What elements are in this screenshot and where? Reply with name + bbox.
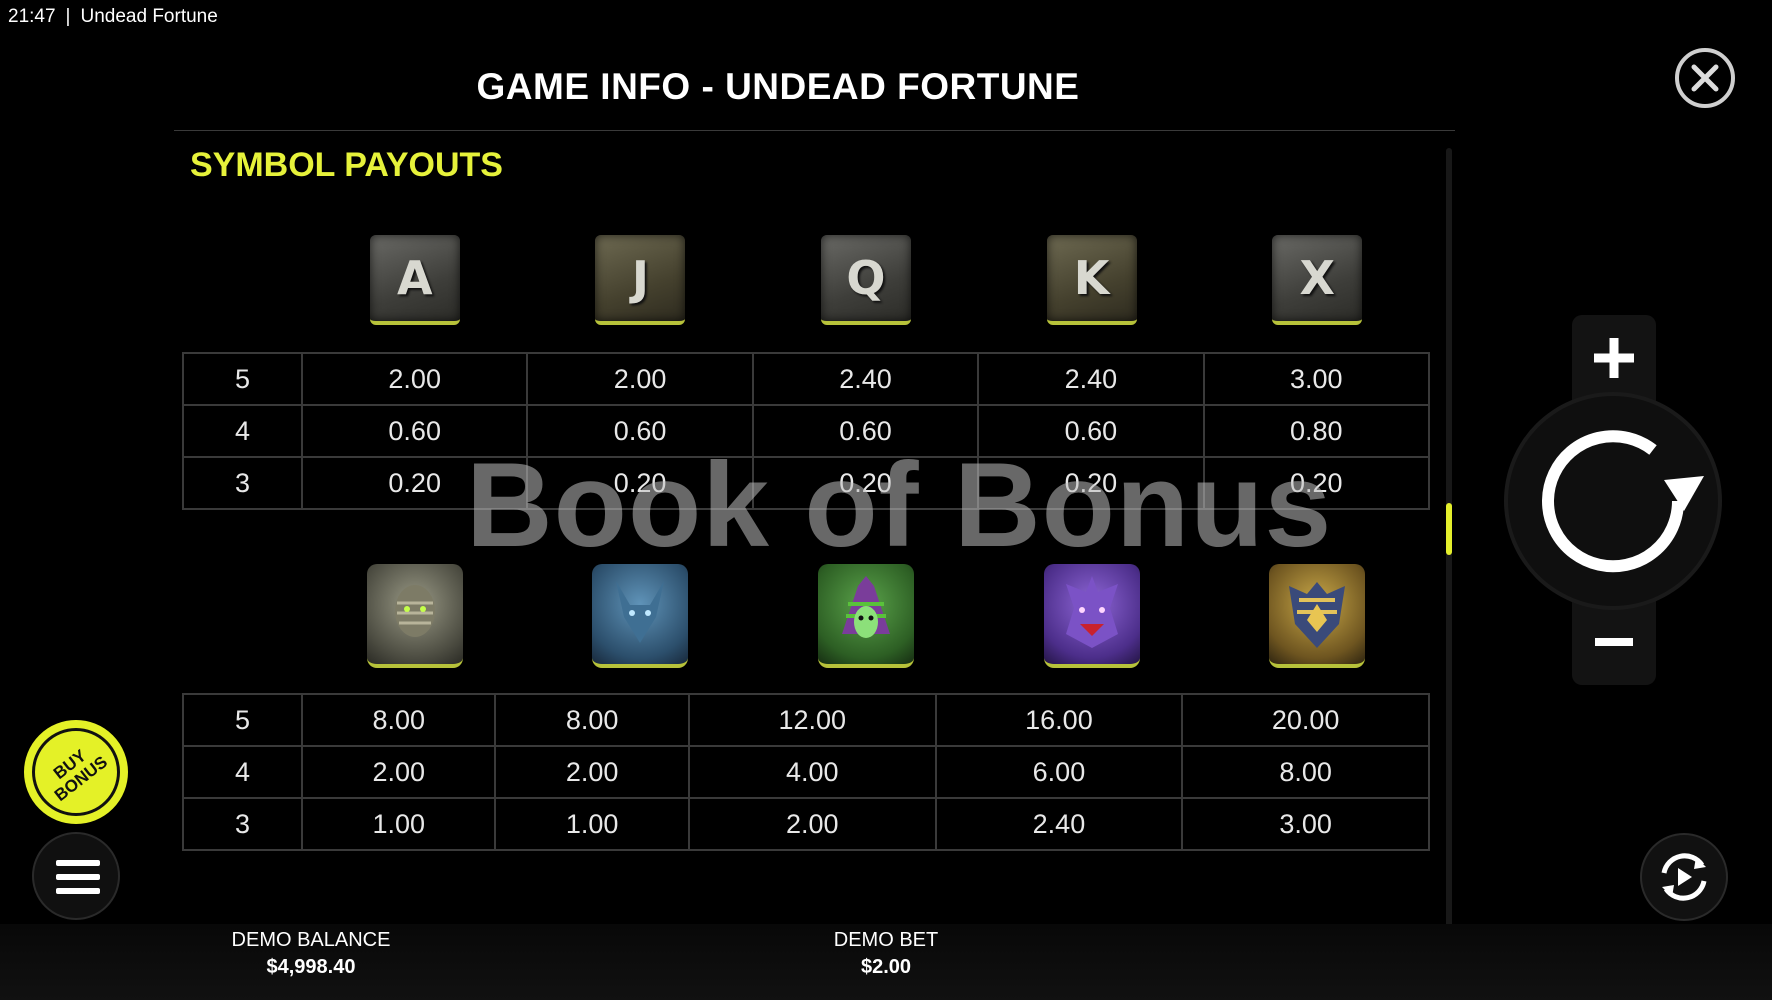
king-symbol-icon: K (1046, 235, 1137, 325)
symbol-glyph: K (1073, 251, 1110, 305)
payout-cell: 3.00 (1202, 352, 1431, 406)
demo-bet-label: DEMO BET (833, 929, 939, 951)
close-icon (1691, 64, 1719, 92)
page-title: GAME INFO - UNDEAD FORTUNE (476, 66, 1080, 107)
symbol-cell (302, 560, 528, 672)
payout-cell: 2.00 (300, 745, 497, 799)
payout-cell: 2.00 (300, 352, 529, 406)
demo-bet: DEMO BET $2.00 (786, 929, 986, 979)
purple-beast-symbol-icon (1043, 564, 1140, 668)
payout-cell: 2.40 (751, 352, 980, 406)
payout-cell: 20.00 (1181, 693, 1430, 747)
payout-cell: 1.00 (300, 797, 497, 851)
symbol-cell (979, 560, 1205, 672)
watermark: Book of Bonus (466, 438, 1333, 572)
table-row: 4 2.00 2.00 4.00 6.00 8.00 (182, 745, 1430, 799)
title-divider (174, 130, 1455, 131)
match-count-cell: 4 (182, 404, 303, 458)
payout-cell: 2.40 (934, 797, 1184, 851)
payout-cell: 4.00 (687, 745, 937, 799)
autoplay-button[interactable] (1640, 833, 1728, 921)
high-symbols-paytable: 5 8.00 8.00 12.00 16.00 20.00 4 2.00 2.0… (182, 693, 1430, 851)
decrease-bet-button[interactable] (1574, 602, 1654, 682)
match-count-cell: 3 (182, 797, 303, 851)
minus-icon (1595, 638, 1633, 646)
menu-icon-bar (56, 860, 100, 866)
payout-cell: 2.40 (977, 352, 1205, 406)
scrollbar-thumb[interactable] (1446, 503, 1452, 555)
payout-cell: 8.00 (1181, 745, 1430, 799)
payout-cell: 16.00 (934, 693, 1184, 747)
symbol-glyph: X (1299, 251, 1335, 305)
menu-button[interactable] (32, 832, 120, 920)
symbol-cell: Q (753, 230, 979, 330)
buy-bonus-label: BUY BONUS (41, 739, 111, 805)
high-symbols-row (302, 560, 1430, 672)
symbol-cell (753, 560, 979, 672)
table-row: 5 8.00 8.00 12.00 16.00 20.00 (182, 693, 1430, 747)
payout-cell: 3.00 (1181, 797, 1430, 851)
ace-symbol-icon: A (369, 235, 460, 325)
payout-cell: 2.00 (526, 352, 754, 406)
demo-balance-value: $4,998.40 (266, 956, 356, 978)
green-pharaoh-symbol-icon (817, 564, 914, 668)
match-count-cell: 5 (182, 352, 303, 406)
symbol-cell: J (528, 230, 754, 330)
menu-icon-bar (56, 874, 100, 880)
blue-jackal-symbol-icon (592, 564, 689, 668)
symbol-glyph: A (396, 251, 433, 305)
golden-falcon-symbol-icon (1269, 564, 1366, 668)
status-separator: | (65, 6, 71, 27)
low-symbols-row: A J Q K X (302, 230, 1430, 330)
symbol-cell (528, 560, 754, 672)
demo-balance: DEMO BALANCE $4,998.40 (211, 929, 411, 979)
demo-bet-value: $2.00 (860, 956, 912, 978)
symbol-cell (1204, 560, 1430, 672)
symbol-glyph: Q (846, 251, 886, 305)
status-bar: 21:47 | Undead Fortune (8, 6, 218, 28)
menu-icon-bar (56, 888, 100, 894)
table-row: 3 1.00 1.00 2.00 2.40 3.00 (182, 797, 1430, 851)
symbol-glyph: J (631, 251, 649, 305)
payout-cell: 2.00 (687, 797, 937, 851)
symbol-cell: X (1204, 230, 1430, 330)
symbol-cell: K (979, 230, 1205, 330)
ten-symbol-icon: X (1272, 235, 1363, 325)
section-title: SYMBOL PAYOUTS (190, 146, 503, 184)
app-name: Undead Fortune (80, 6, 218, 27)
spin-button[interactable] (1508, 396, 1718, 606)
plus-icon (1594, 338, 1634, 378)
increase-bet-button[interactable] (1574, 318, 1654, 398)
payout-cell: 2.00 (494, 745, 690, 799)
spin-icon (1542, 430, 1704, 573)
buy-bonus-button[interactable]: BUY BONUS (24, 720, 128, 824)
buy-bonus-ring: BUY BONUS (32, 728, 120, 816)
match-count-cell: 3 (182, 456, 303, 510)
mummy-symbol-icon (366, 564, 463, 668)
autoplay-icon (1661, 853, 1707, 901)
symbol-cell: A (302, 230, 528, 330)
payout-cell: 1.00 (494, 797, 690, 851)
match-count-cell: 4 (182, 745, 303, 799)
clock-time: 21:47 (8, 6, 56, 27)
queen-symbol-icon: Q (820, 235, 911, 325)
payout-cell: 8.00 (494, 693, 690, 747)
close-button[interactable] (1675, 48, 1735, 108)
payout-cell: 12.00 (687, 693, 937, 747)
demo-balance-label: DEMO BALANCE (231, 929, 391, 951)
match-count-cell: 5 (182, 693, 303, 747)
payout-cell: 8.00 (300, 693, 497, 747)
table-row: 5 2.00 2.00 2.40 2.40 3.00 (182, 352, 1431, 406)
jack-symbol-icon: J (595, 235, 686, 325)
payout-cell: 6.00 (934, 745, 1184, 799)
